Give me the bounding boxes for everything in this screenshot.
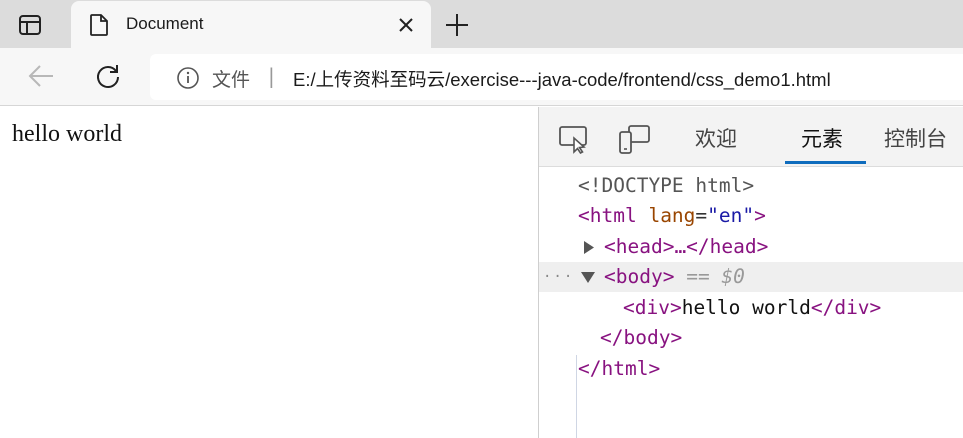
address-separator: | bbox=[268, 64, 275, 88]
dom-node-body[interactable]: ··· <body> == $0 bbox=[539, 262, 963, 292]
page-icon bbox=[90, 14, 108, 36]
close-icon[interactable] bbox=[396, 15, 416, 35]
tab-actions-icon bbox=[19, 15, 41, 35]
devtools-toolbar: 欢迎 元素 控制台 bbox=[539, 107, 963, 167]
device-emulation-icon[interactable] bbox=[617, 122, 651, 156]
tab-actions-button[interactable] bbox=[14, 12, 46, 38]
node-menu-dots[interactable]: ··· bbox=[543, 262, 574, 292]
info-icon[interactable] bbox=[176, 66, 200, 90]
html-attr-value: "en" bbox=[707, 204, 755, 227]
dom-node-div[interactable]: <div>hello world</div> bbox=[539, 293, 963, 323]
refresh-icon[interactable] bbox=[94, 62, 122, 90]
div-close-tag: </div> bbox=[810, 296, 882, 319]
inspect-icon[interactable] bbox=[558, 124, 590, 154]
tab-elements[interactable]: 元素 bbox=[801, 123, 843, 153]
tab-welcome[interactable]: 欢迎 bbox=[695, 123, 737, 153]
devtools-panel: 欢迎 元素 控制台 <!DOCTYPE html> <html lang="en… bbox=[538, 107, 963, 438]
body-close-tag: </body> bbox=[600, 326, 683, 349]
div-open-tag: <div> bbox=[623, 296, 682, 319]
dom-node-body-close[interactable]: </body> bbox=[539, 323, 963, 353]
html-open-close: > bbox=[754, 204, 766, 227]
head-collapsed-tag: <head>…</head> bbox=[604, 235, 769, 258]
browser-toolbar: 文件 | E:/上传资料至码云/exercise---java-code/fro… bbox=[0, 48, 963, 106]
browser-tab-document[interactable]: Document bbox=[71, 1, 431, 48]
dom-node-head[interactable]: <head>…</head> bbox=[539, 232, 963, 262]
page-content-text: hello world bbox=[12, 121, 122, 147]
url-text[interactable]: E:/上传资料至码云/exercise---java-code/frontend… bbox=[293, 66, 831, 92]
dom-tree: <!DOCTYPE html> <html lang="en"> <head>…… bbox=[539, 167, 963, 438]
html-close-tag: </html> bbox=[578, 357, 661, 380]
tab-console[interactable]: 控制台 bbox=[884, 123, 947, 153]
expand-triangle-icon[interactable] bbox=[583, 241, 595, 254]
tab-title: Document bbox=[126, 14, 204, 33]
plus-icon[interactable] bbox=[444, 12, 470, 38]
tab-strip: Document bbox=[0, 0, 963, 48]
dom-node-html-close[interactable]: </html> bbox=[539, 354, 963, 384]
back-arrow-icon[interactable] bbox=[26, 62, 56, 90]
div-text: hello world bbox=[681, 296, 811, 319]
html-attr-name: lang bbox=[648, 204, 696, 227]
page-viewport: hello world bbox=[0, 107, 538, 438]
dom-node-doctype[interactable]: <!DOCTYPE html> bbox=[539, 171, 963, 201]
dom-node-html[interactable]: <html lang="en"> bbox=[539, 201, 963, 231]
active-tab-indicator bbox=[785, 161, 866, 164]
doctype-text: <!DOCTYPE html> bbox=[578, 174, 755, 197]
html-open-tag: <html bbox=[578, 204, 637, 227]
body-open-tag: <body> bbox=[604, 265, 675, 288]
address-scheme-label: 文件 bbox=[212, 69, 251, 91]
address-bar[interactable]: 文件 | E:/上传资料至码云/exercise---java-code/fro… bbox=[150, 54, 963, 100]
selected-node-marker: == $0 bbox=[686, 265, 745, 288]
collapse-triangle-icon[interactable] bbox=[581, 272, 595, 283]
